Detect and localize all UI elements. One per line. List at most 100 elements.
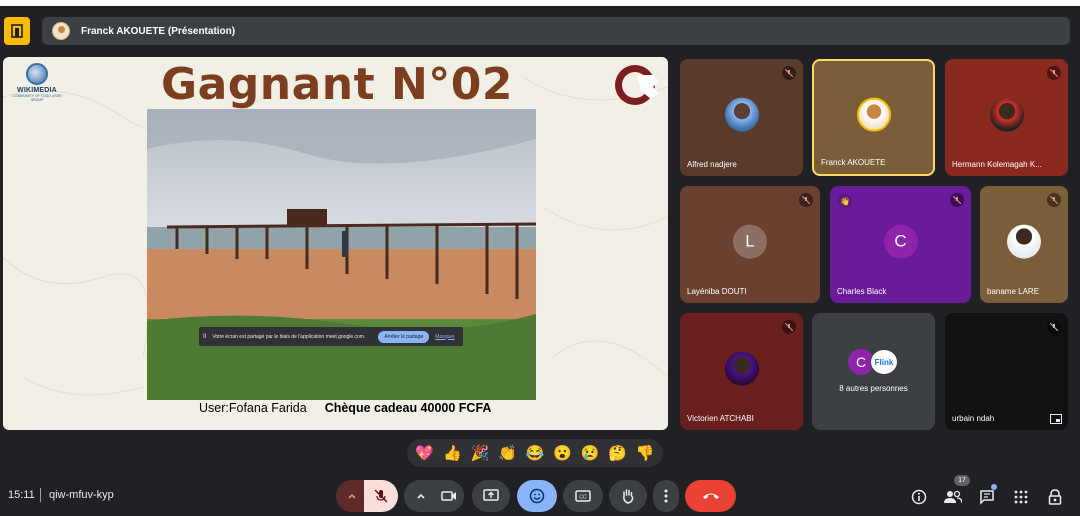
meeting-code: qiw-mfuv-kyp <box>49 489 114 501</box>
mic-off-icon <box>782 320 796 334</box>
participant-tile[interactable]: Alfred nadjere <box>680 59 803 176</box>
participant-tile[interactable]: Hermann Kolemagah K... <box>945 59 1068 176</box>
participant-name: Alfred nadjere <box>687 160 737 169</box>
slide-caption: User:Fofana Farida Chèque cadeau 40000 F… <box>199 401 491 415</box>
presenter-label: Franck AKOUETE (Présentation) <box>81 25 236 37</box>
divider <box>40 488 41 502</box>
reactions-bar: 💖 👍 🎉 👏 😂 😮 😢 🤔 👎 <box>407 439 663 467</box>
activities-button[interactable] <box>1010 486 1032 508</box>
mic-off-icon <box>1047 193 1061 207</box>
logo-subtitle: COMMUNITY OF TOGO USER GROUP <box>12 94 62 102</box>
reaction-party[interactable]: 🎉 <box>471 446 490 461</box>
presenter-avatar <box>52 22 70 40</box>
logo-name: WIKIMEDIA <box>17 87 57 94</box>
participant-tile[interactable]: urbain ndah <box>945 313 1068 430</box>
participant-name: Charles Black <box>837 287 887 296</box>
reaction-thumbs-down[interactable]: 👎 <box>636 446 655 461</box>
wikimedia-logo: WIKIMEDIA COMMUNITY OF TOGO USER GROUP <box>9 63 65 107</box>
chevron-up-icon <box>348 493 356 499</box>
avatar <box>724 97 759 132</box>
participant-tile-active-speaker[interactable]: Franck AKOUETE <box>812 59 935 176</box>
slide-title: Gagnant N°02 <box>160 59 514 110</box>
participant-count-badge: 17 <box>954 475 970 486</box>
mic-off-icon <box>1047 320 1061 334</box>
people-icon <box>944 490 962 504</box>
caption-user: User:Fofana Farida <box>199 401 307 415</box>
top-bar: Franck AKOUETE (Présentation) <box>0 6 1080 52</box>
participant-name: Layéniba DOUTI <box>687 287 747 296</box>
stop-sharing-button[interactable]: Arrêter le partage <box>378 330 430 343</box>
reaction-surprised[interactable]: 😮 <box>553 446 572 461</box>
svg-text:CC: CC <box>579 495 587 501</box>
hide-share-notice-link[interactable]: Masquer <box>435 334 454 340</box>
pin-icon <box>11 24 23 38</box>
others-avatars: C Flink <box>848 349 908 377</box>
meeting-info-button[interactable] <box>908 486 930 508</box>
unread-indicator <box>991 484 997 490</box>
present-screen-icon <box>483 489 499 501</box>
participant-tile[interactable]: baname LARE <box>980 186 1068 303</box>
more-vert-icon <box>664 489 668 503</box>
reaction-clap[interactable]: 👏 <box>498 446 517 461</box>
reactions-button[interactable] <box>517 480 557 512</box>
closed-captions-icon: CC <box>575 490 591 502</box>
share-message: Votre écran est partagé par le biais de … <box>212 333 366 340</box>
mic-off-icon <box>782 66 796 80</box>
reaction-heart[interactable]: 💖 <box>415 446 434 461</box>
reaction-laugh[interactable]: 😂 <box>526 446 545 461</box>
participant-name: Franck AKOUETE <box>821 158 886 167</box>
info-icon <box>911 489 927 505</box>
pause-icon: II <box>203 333 207 340</box>
letter-avatar: L <box>733 224 767 259</box>
reaction-thinking[interactable]: 🤔 <box>608 446 627 461</box>
camera-options-button[interactable] <box>404 480 438 512</box>
participant-name: baname LARE <box>987 287 1040 296</box>
others-tile[interactable]: C Flink 8 autres personnes <box>812 313 935 430</box>
chevron-up-icon <box>417 493 425 499</box>
mic-off-icon <box>799 193 813 207</box>
more-options-button[interactable] <box>653 480 679 512</box>
camera-toggle-button[interactable] <box>434 480 464 512</box>
mic-off-icon <box>374 489 388 503</box>
participant-tile[interactable]: 👋 C Charles Black <box>830 186 971 303</box>
apps-grid-icon <box>1014 490 1028 504</box>
participant-name: Hermann Kolemagah K... <box>952 160 1042 169</box>
pin-presentation-button[interactable] <box>4 17 30 45</box>
letter-avatar: C <box>883 224 918 259</box>
contest-logo-icon <box>615 65 659 105</box>
avatar <box>989 97 1024 132</box>
flink-logo-avatar: Flink <box>870 349 898 375</box>
picture-in-picture-icon[interactable] <box>1050 414 1062 424</box>
others-label: 8 autres personnes <box>839 384 908 393</box>
microphone-toggle-button[interactable] <box>364 480 398 512</box>
leave-call-button[interactable] <box>685 480 736 512</box>
people-button[interactable] <box>942 486 964 508</box>
avatar <box>856 97 891 132</box>
avatar <box>1007 224 1041 259</box>
present-screen-button[interactable] <box>472 480 510 512</box>
mic-off-icon <box>950 193 964 207</box>
caption-prize: Chèque cadeau 40000 FCFA <box>324 401 492 415</box>
reaction-thumbs-up[interactable]: 👍 <box>443 446 462 461</box>
presentation-slide: WIKIMEDIA COMMUNITY OF TOGO USER GROUP G… <box>3 57 668 430</box>
avatar <box>724 351 759 386</box>
captions-button[interactable]: CC <box>563 480 603 512</box>
screen-share-notice: II Votre écran est partagé par le biais … <box>199 327 463 346</box>
chat-icon <box>980 490 994 505</box>
hang-up-icon <box>702 493 719 499</box>
emoji-icon <box>529 488 545 504</box>
raise-hand-button[interactable] <box>609 480 647 512</box>
participant-tile[interactable]: L Layéniba DOUTI <box>680 186 820 303</box>
presenter-banner[interactable]: Franck AKOUETE (Présentation) <box>42 17 1070 45</box>
video-camera-icon <box>441 491 456 501</box>
participant-name: urbain ndah <box>952 414 995 423</box>
lock-person-icon <box>1048 489 1062 505</box>
participant-tile[interactable]: Victorien ATCHABI <box>680 313 803 430</box>
winner-photo <box>147 109 536 400</box>
hand-icon <box>623 489 634 504</box>
current-time: 15:11 <box>8 489 35 501</box>
mic-off-icon <box>1047 66 1061 80</box>
reaction-sad[interactable]: 😢 <box>581 446 600 461</box>
globe-icon <box>26 63 48 85</box>
host-controls-button[interactable] <box>1044 486 1066 508</box>
